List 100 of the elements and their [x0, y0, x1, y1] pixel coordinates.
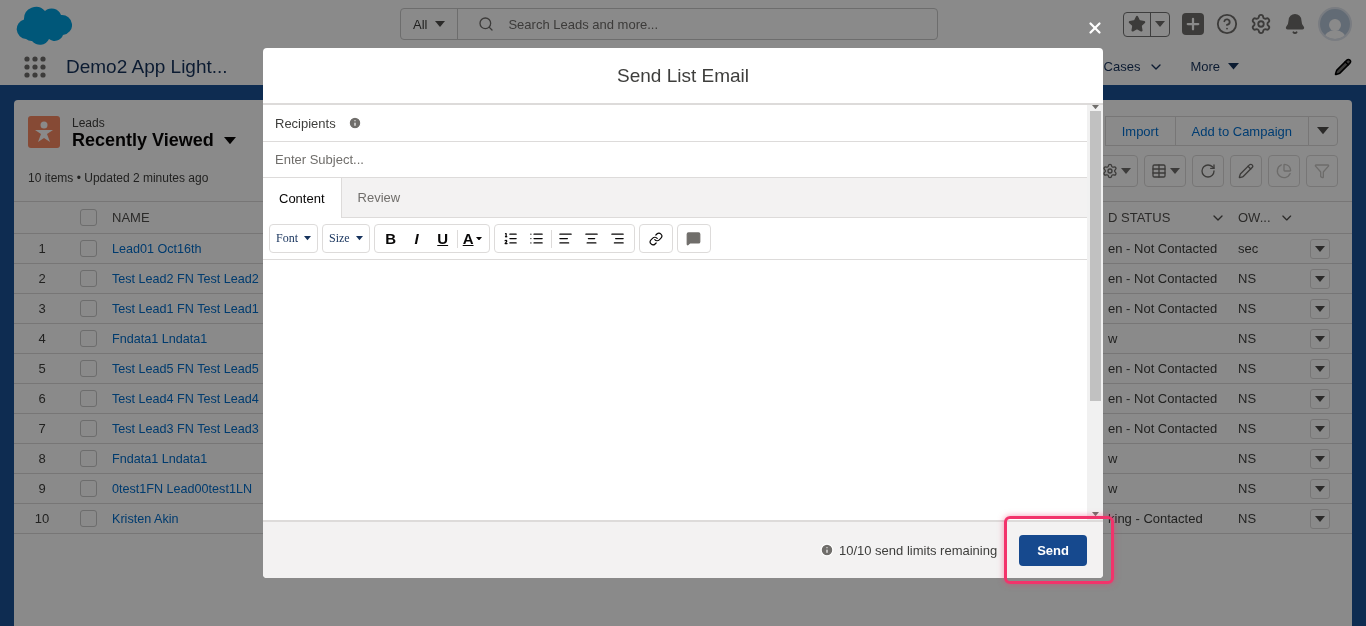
scroll-down-icon — [1091, 511, 1099, 516]
checkbox[interactable] — [79, 420, 97, 437]
help-icon[interactable] — [1216, 13, 1238, 35]
bell-icon[interactable] — [1284, 13, 1306, 35]
row-action-button[interactable] — [1310, 358, 1330, 379]
format-dropdown[interactable]: Font — [269, 224, 318, 253]
table-cell-text: sec — [1237, 241, 1260, 256]
favorites-button[interactable] — [1123, 11, 1170, 37]
scope-dropdown[interactable]: All — [401, 9, 459, 39]
checkbox[interactable] — [79, 330, 97, 347]
row-action-button[interactable] — [1310, 388, 1330, 409]
edit-button[interactable] — [1230, 155, 1262, 187]
row-number: 3 — [37, 301, 47, 316]
object-label: Leads — [72, 116, 106, 130]
row-number: 5 — [37, 361, 47, 376]
table-cell-text: NS — [1237, 271, 1258, 286]
checkbox[interactable] — [79, 390, 97, 407]
row-number: 2 — [37, 271, 47, 286]
tab[interactable]: Review — [341, 178, 417, 217]
lead-link[interactable]: Lead01 Oct16th — [106, 241, 263, 256]
column-header[interactable]: OW... — [1232, 209, 1300, 226]
row-action-button[interactable] — [1310, 268, 1330, 289]
lead-link[interactable]: Test Lead3 FN Test Lead3 — [106, 421, 263, 436]
info-icon[interactable] — [347, 116, 362, 130]
checkbox[interactable] — [79, 240, 97, 257]
row-action-button[interactable] — [1310, 238, 1330, 259]
settings-icon[interactable] — [1250, 13, 1272, 35]
recipients-label: Recipients — [275, 115, 336, 131]
row-number: 8 — [37, 451, 47, 466]
send-button[interactable]: Send — [1019, 534, 1087, 566]
checkbox[interactable] — [79, 270, 97, 287]
checkbox[interactable] — [79, 510, 97, 527]
row-action-button[interactable] — [1310, 478, 1330, 499]
search-field[interactable]: All Search Leads and more... — [400, 8, 938, 40]
table-cell-text: NS — [1237, 481, 1258, 496]
caret-icon — [355, 236, 363, 241]
table-cell-text: NS — [1237, 331, 1258, 346]
send-limit-text: 10/10 send limits remaining — [838, 542, 998, 558]
action-button[interactable]: Import — [1104, 116, 1176, 146]
caret-icon — [1315, 335, 1325, 342]
caret-icon — [435, 21, 446, 27]
caret-icon — [1155, 21, 1165, 27]
table-cell-text: en - Not Contacted — [1107, 421, 1219, 436]
add-button[interactable] — [1182, 13, 1204, 35]
checkbox[interactable] — [79, 360, 97, 377]
row-action-button[interactable] — [1310, 298, 1330, 319]
refresh-button[interactable] — [1192, 155, 1224, 187]
underline-button[interactable]: U — [430, 226, 455, 251]
checkbox[interactable] — [79, 450, 97, 467]
action-button[interactable]: Add to Campaign — [1174, 116, 1309, 146]
lead-link[interactable]: Fndata1 Lndata1 — [106, 331, 263, 346]
list-view-title[interactable]: Recently Viewed — [72, 130, 236, 151]
tab[interactable]: Content — [263, 178, 342, 218]
bold-button[interactable]: B — [378, 226, 403, 251]
lead-link[interactable]: Test Lead5 FN Test Lead5 — [106, 361, 263, 376]
text-color-button[interactable]: A — [459, 226, 485, 251]
lead-link[interactable]: Kristen Akin — [106, 511, 263, 526]
caret-icon — [1315, 305, 1325, 312]
nav-item[interactable]: Cases — [1103, 58, 1165, 75]
italic-button[interactable]: I — [404, 226, 429, 251]
checkbox[interactable] — [79, 209, 97, 226]
lead-link[interactable]: Fndata1 Lndata1 — [106, 451, 263, 466]
lead-link[interactable]: 0test1FN Lead00test1LN — [106, 481, 263, 496]
format-dropdown[interactable]: Size — [322, 224, 370, 253]
lead-link[interactable]: Test Lead2 FN Test Lead2 — [106, 271, 263, 286]
table-cell-text: en - Not Contacted — [1107, 271, 1219, 286]
plus-icon — [1184, 15, 1202, 33]
table-cell-text: NS — [1237, 421, 1258, 436]
caret-icon — [223, 136, 236, 145]
checkbox[interactable] — [79, 300, 97, 317]
app-launcher-icon[interactable] — [24, 55, 46, 78]
row-action-button[interactable] — [1310, 328, 1330, 349]
table-cell-text: en - Not Contacted — [1107, 241, 1219, 256]
more-actions-button[interactable] — [1308, 116, 1338, 146]
refresh-icon — [1200, 163, 1216, 179]
caret-icon — [1315, 365, 1325, 372]
pencil-icon[interactable] — [1334, 57, 1352, 76]
caret-icon — [1315, 485, 1325, 492]
column-header[interactable]: D STATUS — [1106, 209, 1232, 226]
lead-link[interactable]: Test Lead4 FN Test Lead4 — [106, 391, 263, 406]
row-action-button[interactable] — [1310, 508, 1330, 529]
row-action-button[interactable] — [1310, 448, 1330, 469]
caret-icon — [1317, 127, 1329, 135]
checkbox[interactable] — [79, 480, 97, 497]
filter-icon — [1314, 163, 1330, 179]
caret-icon — [1228, 63, 1240, 70]
row-number: 9 — [37, 481, 47, 496]
lead-link[interactable]: Test Lead1 FN Test Lead1 — [106, 301, 263, 316]
caret-icon — [475, 236, 482, 241]
nav-item[interactable]: More — [1190, 59, 1240, 74]
dialog-title: Send List Email — [617, 64, 749, 87]
close-icon — [1086, 19, 1104, 37]
table-cell-text: en - Not Contacted — [1107, 301, 1219, 316]
table-cell-text: en - Not Contacted — [1107, 361, 1219, 376]
display-as-button[interactable] — [1144, 155, 1186, 187]
caret-icon — [1315, 455, 1325, 462]
row-action-button[interactable] — [1310, 418, 1330, 439]
caret-icon — [1169, 168, 1180, 174]
column-header[interactable]: NAME — [106, 210, 263, 225]
row-number: 6 — [37, 391, 47, 406]
